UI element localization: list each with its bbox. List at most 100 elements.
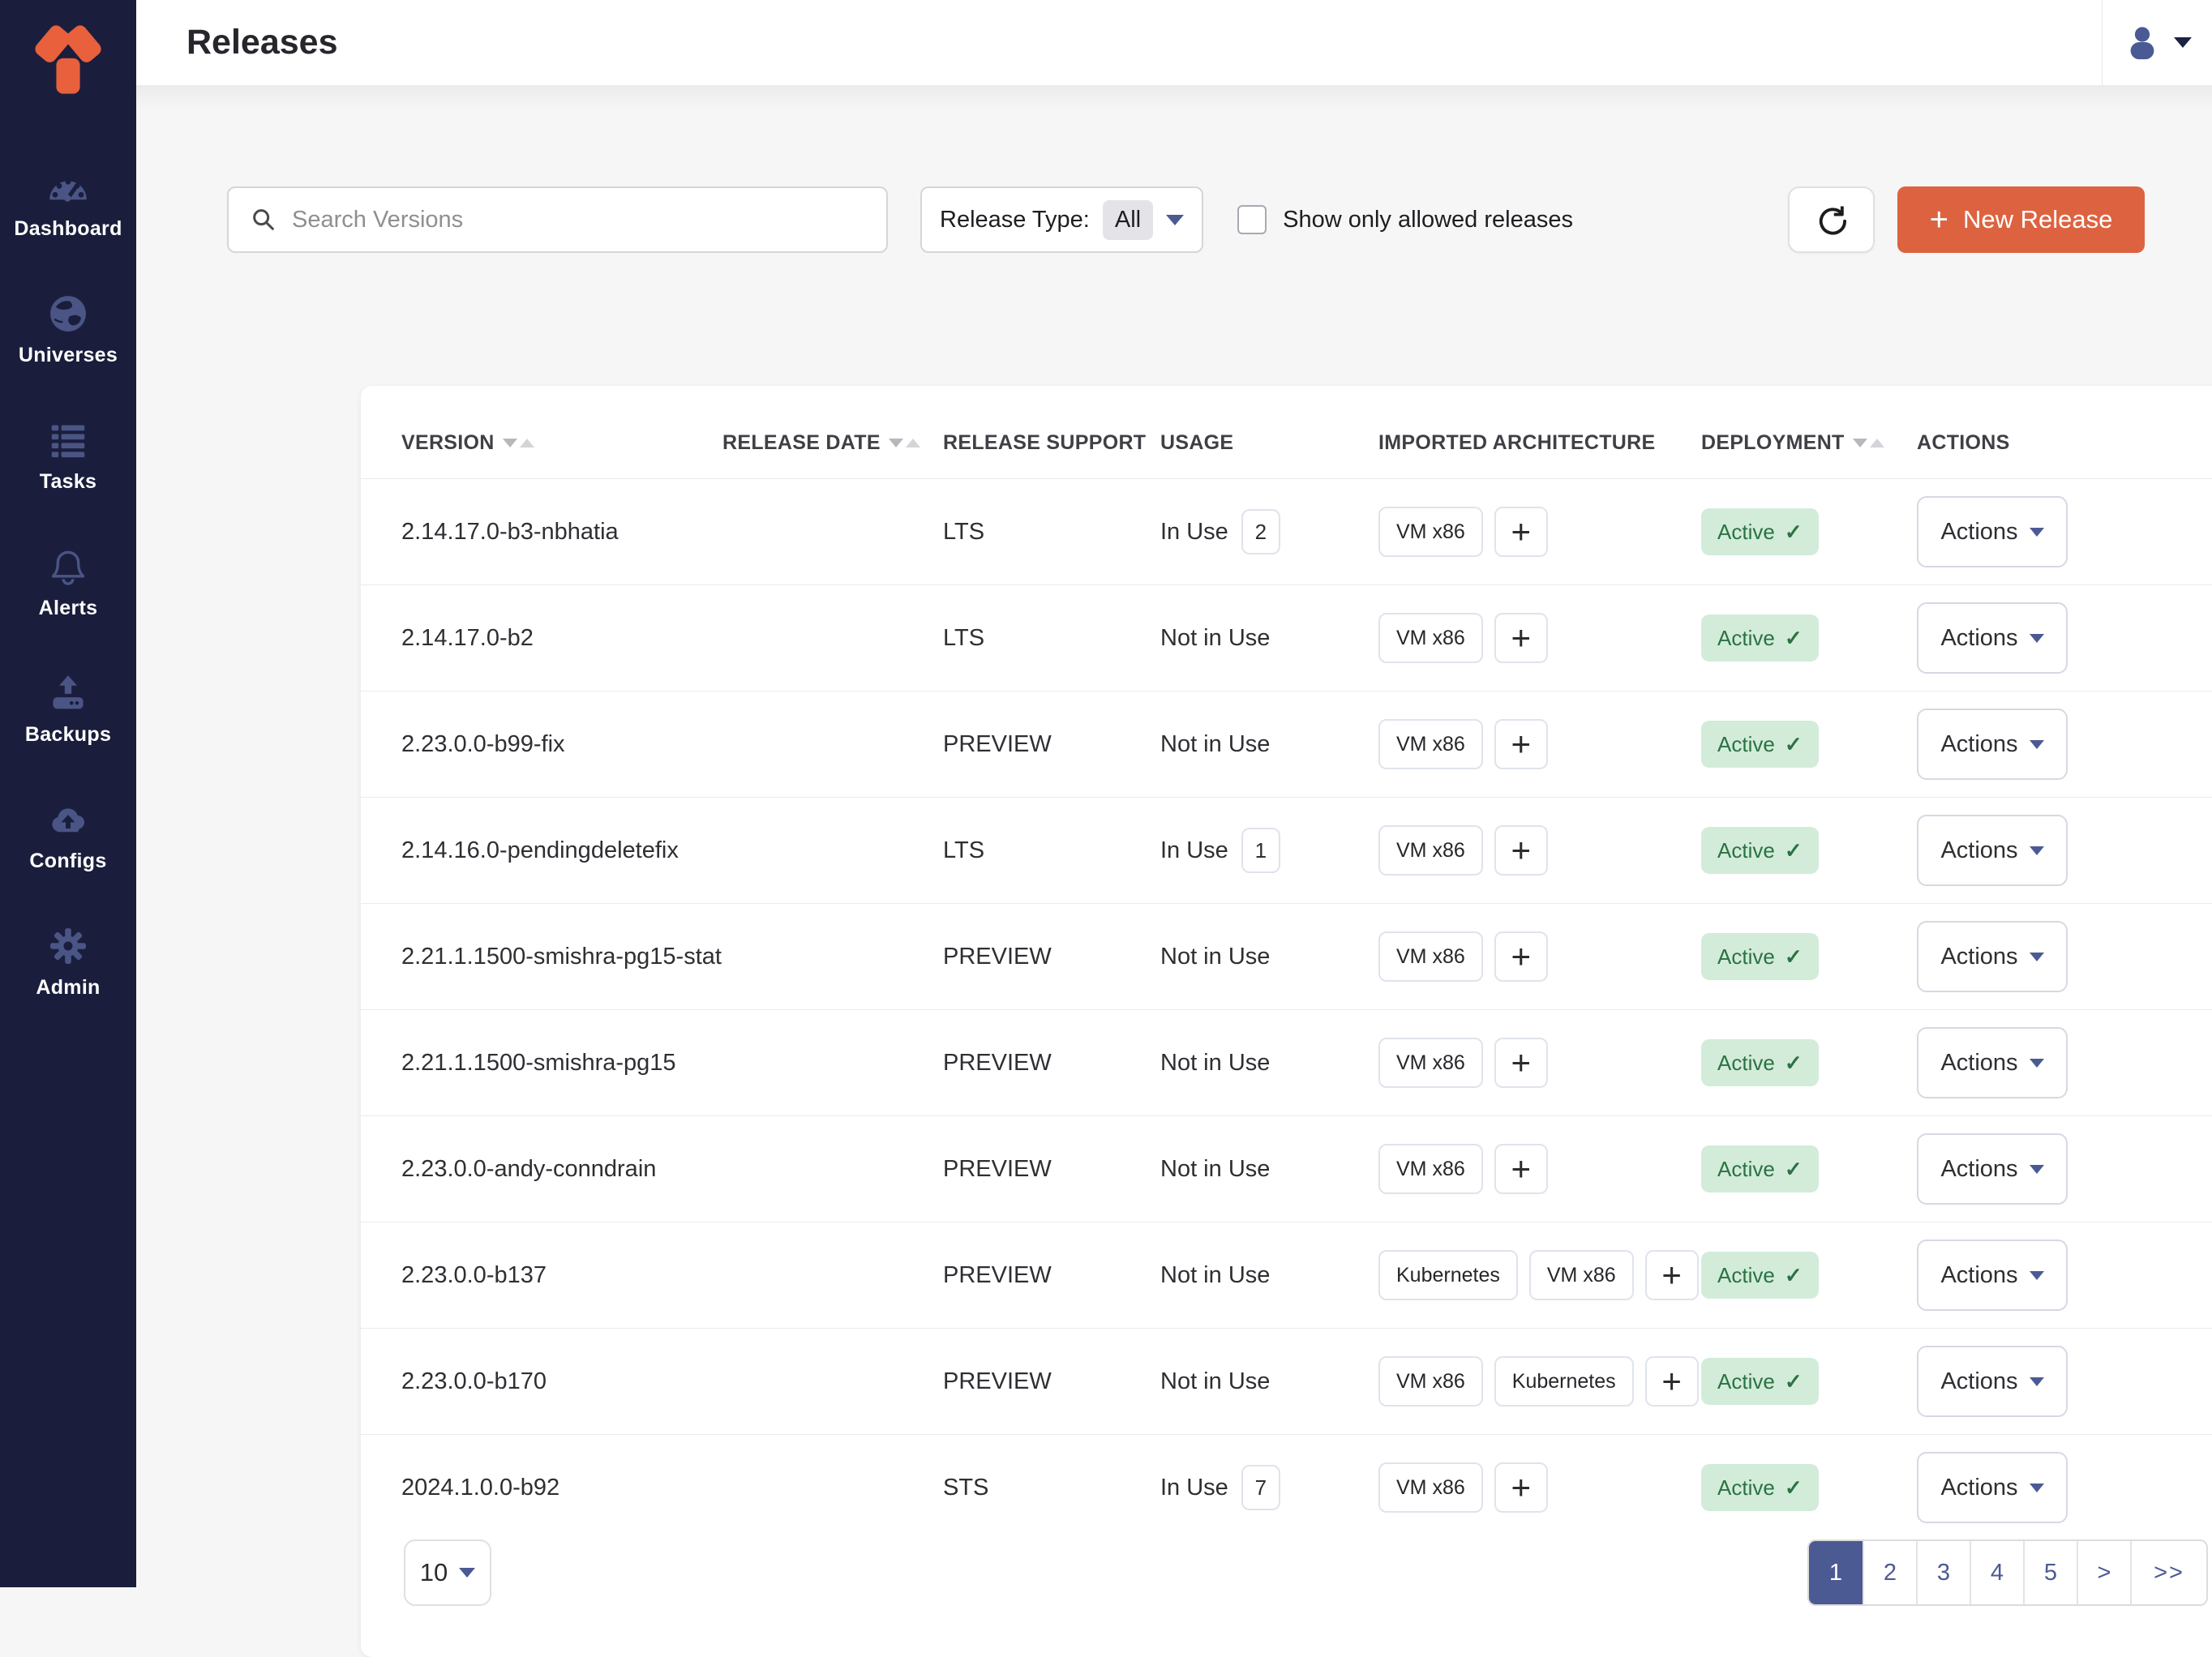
- table-footer: 10 12345>>>: [404, 1539, 2208, 1606]
- usage-label: Not in Use: [1160, 625, 1270, 652]
- release-support-cell: PREVIEW: [943, 944, 1160, 970]
- sidebar-item-alerts[interactable]: Alerts: [0, 519, 136, 645]
- page-title: Releases: [186, 23, 338, 62]
- release-support-cell: PREVIEW: [943, 1262, 1160, 1289]
- sidebar-item-backups[interactable]: Backups: [0, 645, 136, 772]
- alerts-icon: [46, 545, 90, 589]
- add-architecture-button[interactable]: +: [1494, 1462, 1548, 1513]
- search-icon: [250, 206, 277, 233]
- usage-cell: Not in Use: [1160, 1368, 1378, 1395]
- usage-cell: Not in Use: [1160, 1156, 1378, 1183]
- actions-label: Actions: [1940, 1475, 2017, 1501]
- page-number[interactable]: 1: [1809, 1541, 1863, 1604]
- actions-button[interactable]: Actions: [1917, 1240, 2068, 1311]
- add-architecture-button[interactable]: +: [1494, 1144, 1548, 1194]
- deployment-cell: Active✓: [1701, 721, 1917, 768]
- release-type-value: All: [1103, 200, 1153, 240]
- sidebar-item-tasks[interactable]: Tasks: [0, 392, 136, 519]
- show-allowed-checkbox[interactable]: [1237, 205, 1267, 234]
- version-cell: 2.23.0.0-b137: [401, 1262, 722, 1289]
- usage-cell: In Use1: [1160, 828, 1378, 873]
- actions-button[interactable]: Actions: [1917, 1133, 2068, 1205]
- actions-button[interactable]: Actions: [1917, 921, 2068, 992]
- release-support-cell: PREVIEW: [943, 731, 1160, 758]
- sidebar-item-universes[interactable]: Universes: [0, 266, 136, 392]
- check-icon: ✓: [1785, 1263, 1803, 1288]
- column-header-release-date[interactable]: RELEASE DATE: [722, 431, 943, 455]
- deployment-status-badge: Active✓: [1701, 933, 1819, 980]
- actions-button[interactable]: Actions: [1917, 815, 2068, 886]
- add-architecture-button[interactable]: +: [1494, 825, 1548, 876]
- refresh-button[interactable]: [1788, 186, 1875, 253]
- actions-cell: Actions: [1917, 1240, 2212, 1311]
- actions-cell: Actions: [1917, 602, 2212, 674]
- chevron-down-icon: [2030, 1059, 2044, 1068]
- release-support-cell: PREVIEW: [943, 1050, 1160, 1077]
- page-number[interactable]: 4: [1970, 1541, 2023, 1604]
- show-allowed-toggle: Show only allowed releases: [1237, 205, 1573, 234]
- architecture-chip: VM x86: [1378, 825, 1483, 876]
- version-cell: 2024.1.0.0-b92: [401, 1475, 722, 1501]
- check-icon: ✓: [1785, 1369, 1803, 1394]
- actions-cell: Actions: [1917, 921, 2212, 992]
- column-header-deployment[interactable]: DEPLOYMENT: [1701, 431, 1917, 455]
- pagination: 12345>>>: [1807, 1539, 2208, 1606]
- actions-button[interactable]: Actions: [1917, 496, 2068, 567]
- user-menu[interactable]: [2102, 0, 2212, 86]
- architecture-chip: VM x86: [1378, 1144, 1483, 1194]
- deployment-cell: Active ✓: [1701, 1358, 1917, 1405]
- page-number[interactable]: 2: [1863, 1541, 1916, 1604]
- architecture-chip: VM x86: [1378, 1038, 1483, 1088]
- imported-architecture-cell: VM x86+: [1378, 719, 1701, 769]
- new-release-button[interactable]: + New Release: [1897, 186, 2145, 253]
- check-icon: ✓: [1785, 1475, 1803, 1501]
- deployment-status-label: Active: [1717, 626, 1775, 651]
- deployment-status-label: Active: [1717, 1475, 1775, 1501]
- sidebar-item-dashboard[interactable]: Dashboard: [0, 139, 136, 266]
- add-architecture-button[interactable]: +: [1494, 1038, 1548, 1088]
- actions-button[interactable]: Actions: [1917, 709, 2068, 780]
- deployment-status-badge: Active✓: [1701, 827, 1819, 874]
- configs-icon: [46, 798, 90, 841]
- sidebar-item-admin[interactable]: Admin: [0, 898, 136, 1025]
- version-cell: 2.23.0.0-b170: [401, 1368, 722, 1395]
- sidebar-item-label: Configs: [29, 850, 106, 873]
- architecture-chip: VM x86: [1529, 1250, 1634, 1300]
- release-type-dropdown[interactable]: Release Type: All: [920, 186, 1203, 253]
- chevron-down-icon: [2030, 634, 2044, 643]
- add-architecture-button[interactable]: +: [1645, 1356, 1699, 1407]
- page-size-dropdown[interactable]: 10: [404, 1539, 491, 1606]
- usage-label: Not in Use: [1160, 1050, 1270, 1077]
- add-architecture-button[interactable]: +: [1494, 507, 1548, 557]
- page-number[interactable]: 3: [1916, 1541, 1970, 1604]
- add-architecture-button[interactable]: +: [1494, 719, 1548, 769]
- add-architecture-button[interactable]: +: [1494, 931, 1548, 982]
- architecture-chip: VM x86: [1378, 613, 1483, 663]
- sort-icons: [1853, 439, 1884, 447]
- search-input[interactable]: [292, 207, 865, 233]
- release-support-cell: LTS: [943, 625, 1160, 652]
- actions-button[interactable]: Actions: [1917, 1027, 2068, 1098]
- version-cell: 2.14.16.0-pendingdeletefix: [401, 837, 722, 864]
- check-icon: ✓: [1785, 626, 1803, 651]
- table-row: 2.21.1.1500-smishra-pg15-stat PREVIEW No…: [361, 903, 2212, 1009]
- column-header-version[interactable]: VERSION: [401, 431, 722, 455]
- actions-button[interactable]: Actions: [1917, 1346, 2068, 1417]
- deployment-status-label: Active: [1717, 1369, 1775, 1394]
- add-architecture-button[interactable]: +: [1494, 613, 1548, 663]
- refresh-icon: [1814, 202, 1850, 238]
- next-page-button[interactable]: >: [2077, 1541, 2130, 1604]
- table-row: 2.23.0.0-b99-fix PREVIEW Not in Use VM x…: [361, 691, 2212, 797]
- release-support-cell: LTS: [943, 837, 1160, 864]
- column-header-imported-architecture: IMPORTED ARCHITECTURE: [1378, 431, 1701, 455]
- sidebar-item-configs[interactable]: Configs: [0, 772, 136, 898]
- check-icon: ✓: [1785, 732, 1803, 757]
- add-architecture-button[interactable]: +: [1645, 1250, 1699, 1300]
- actions-cell: Actions: [1917, 709, 2212, 780]
- last-page-button[interactable]: >>: [2130, 1541, 2206, 1604]
- architecture-chip: VM x86: [1378, 1356, 1483, 1407]
- actions-button[interactable]: Actions: [1917, 1452, 2068, 1523]
- actions-button[interactable]: Actions: [1917, 602, 2068, 674]
- page-number[interactable]: 5: [2023, 1541, 2077, 1604]
- usage-cell: Not in Use: [1160, 1262, 1378, 1289]
